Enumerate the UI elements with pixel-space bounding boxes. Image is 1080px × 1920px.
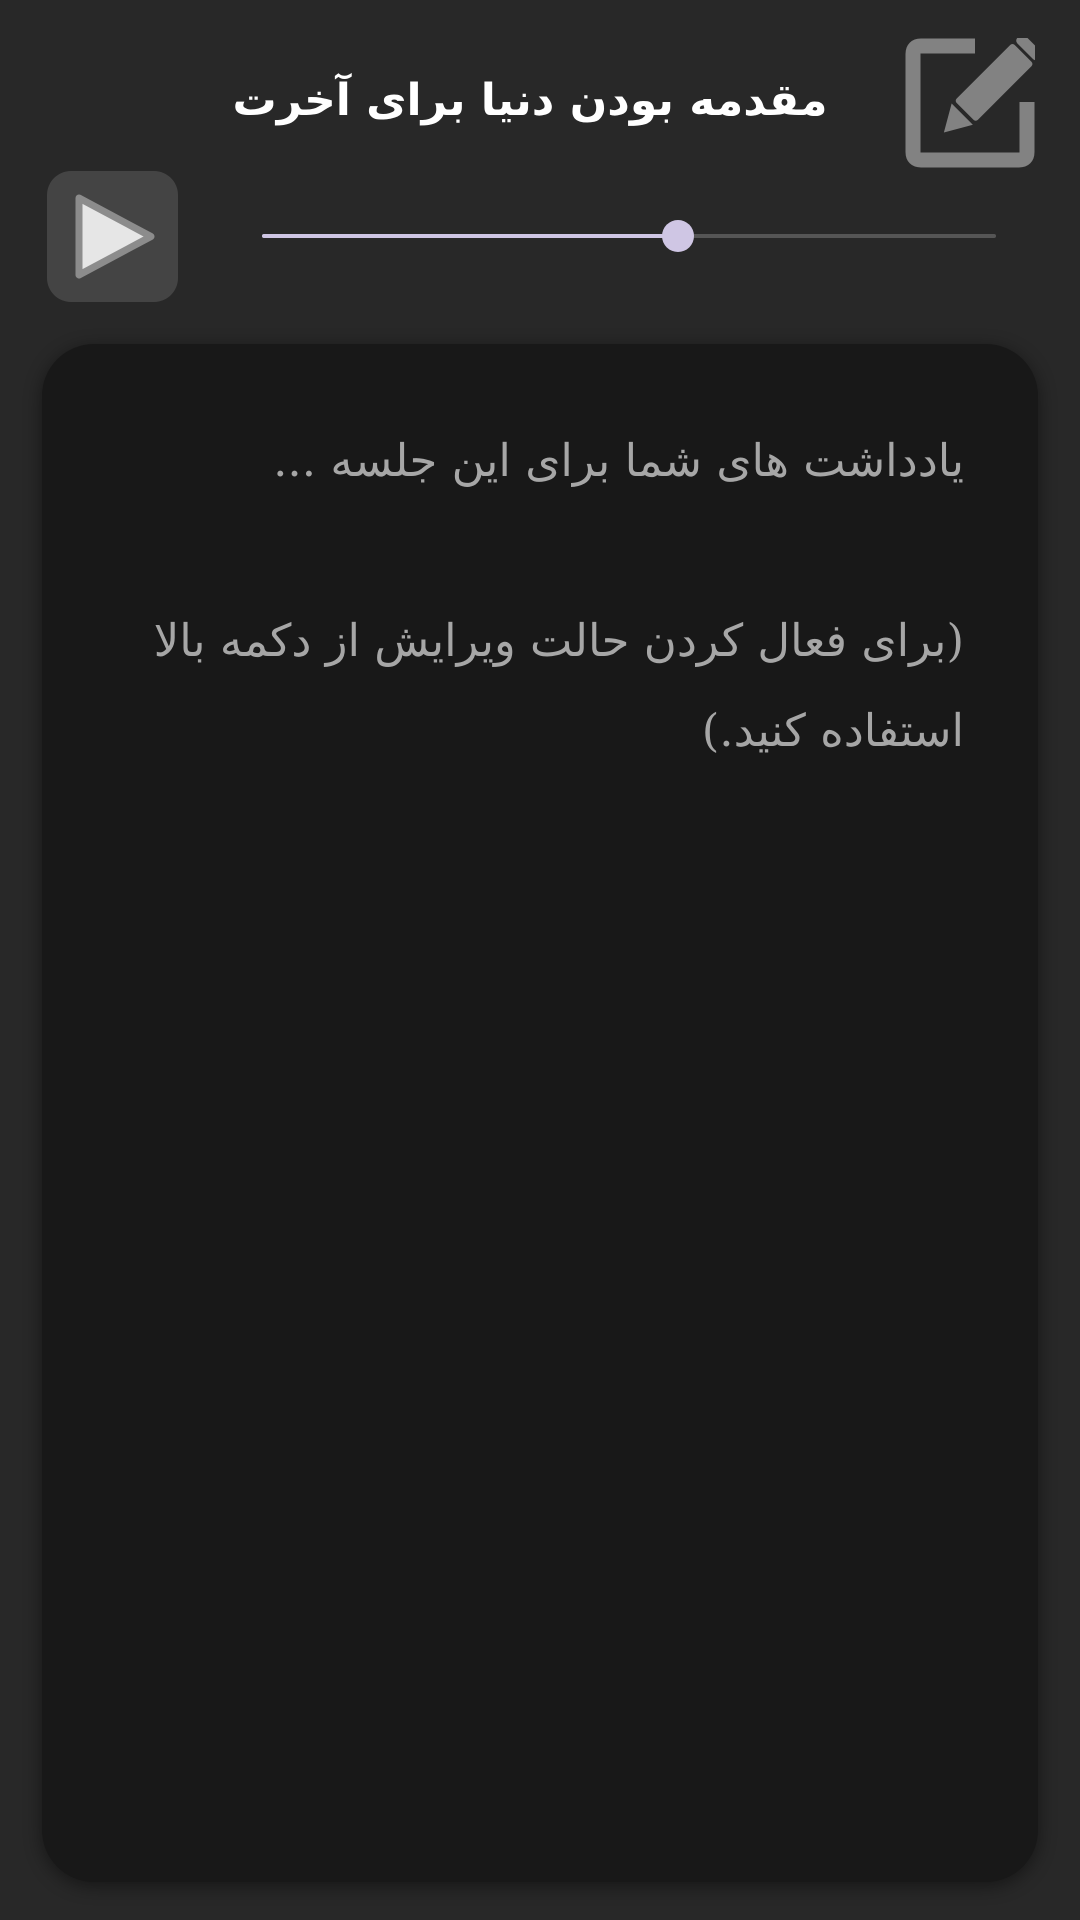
notes-placeholder-line2: (برای فعال کردن حالت ویرایش از دکمه بالا… (139, 614, 964, 757)
note-screen: مقدمه بودن دنیا برای آخرت یادداشت های شم… (0, 0, 1080, 1920)
seek-slider[interactable] (262, 214, 996, 258)
notes-placeholder: یادداشت های شما برای این جلسه ... (برای … (122, 416, 964, 776)
page-title: مقدمه بودن دنیا برای آخرت (232, 75, 828, 126)
notes-placeholder-line1: یادداشت های شما برای این جلسه ... (273, 434, 964, 487)
play-icon (75, 194, 155, 279)
edit-pencil-icon (905, 38, 1035, 168)
seek-progress-fill (262, 234, 679, 238)
edit-button[interactable] (905, 38, 1035, 168)
notes-panel[interactable]: یادداشت های شما برای این جلسه ... (برای … (42, 344, 1038, 1882)
play-button[interactable] (47, 171, 178, 302)
seek-thumb[interactable] (662, 220, 695, 252)
